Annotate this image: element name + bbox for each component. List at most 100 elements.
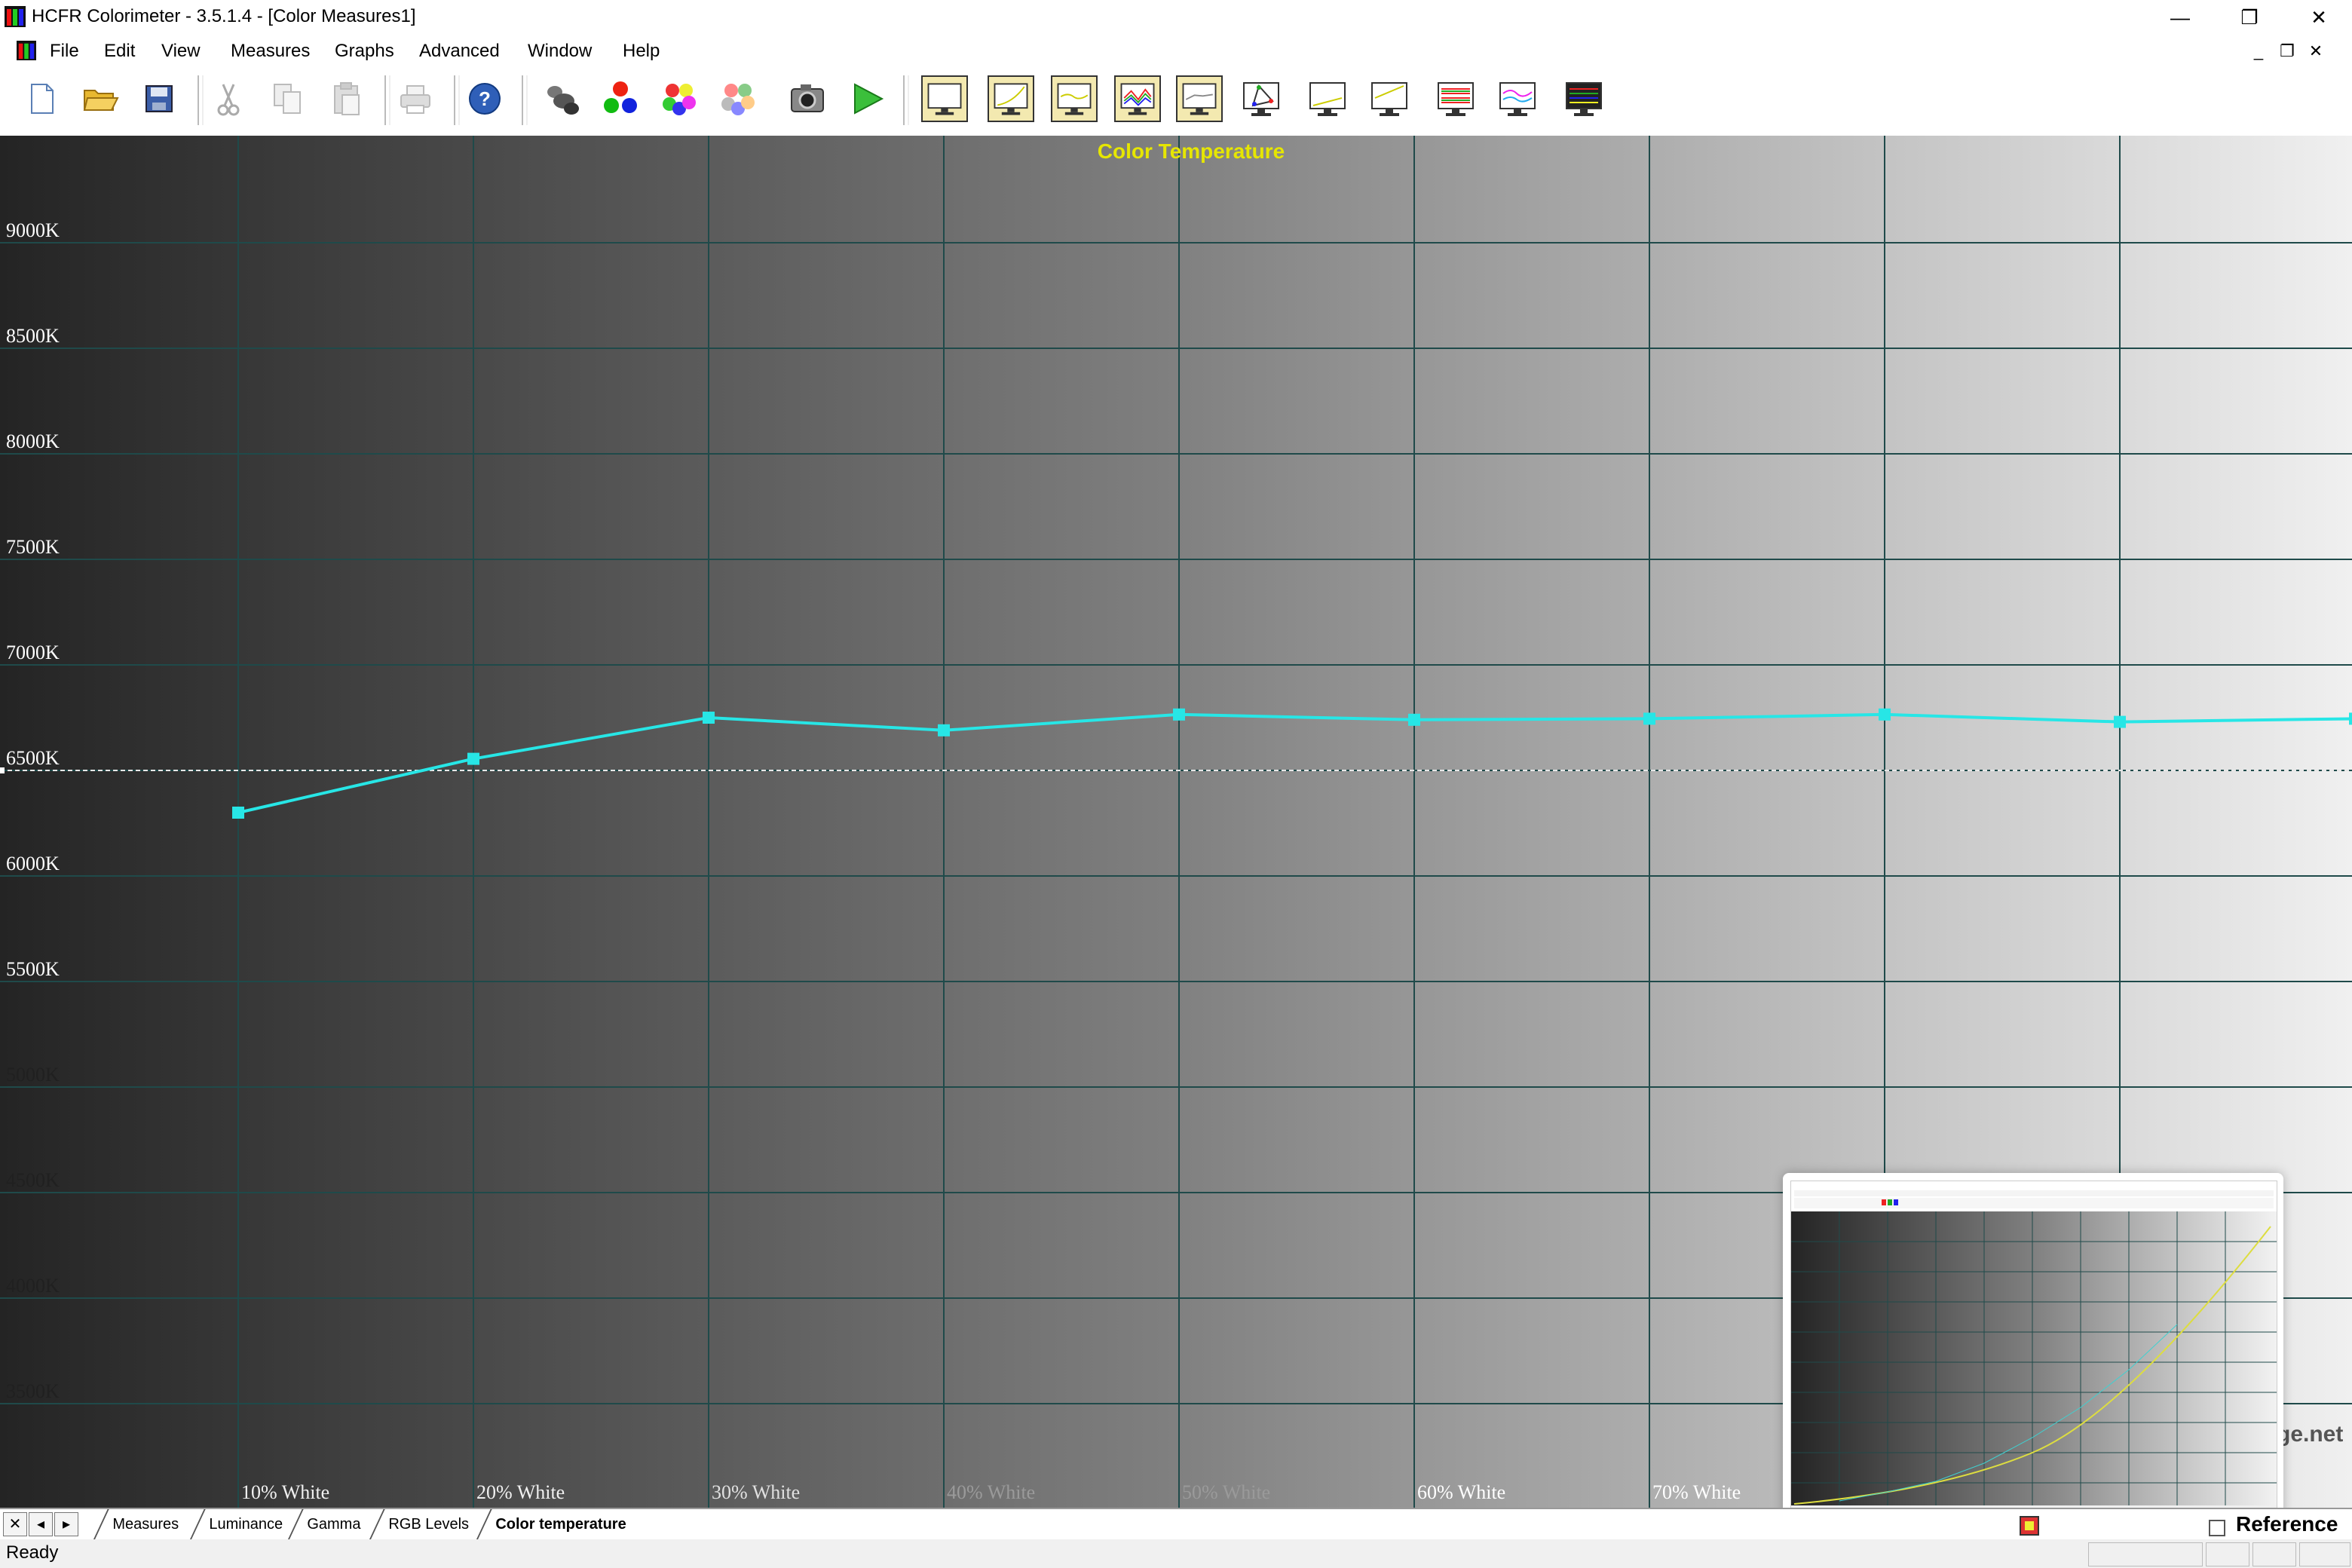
x-tick-label: 50% White [1182,1481,1270,1503]
tab-rgb-levels[interactable]: RGB Levels [369,1509,487,1539]
minimize-button[interactable]: — [2145,0,2215,35]
data-point-marker[interactable] [1879,708,1891,721]
saturation-patterns-icon[interactable] [715,75,761,122]
graph-view-icon[interactable] [921,75,968,122]
data-point-marker[interactable] [2114,715,2126,728]
luminance-graph-icon[interactable] [988,75,1034,122]
x-tick-label: 70% White [1652,1481,1741,1503]
toolbar: ? [0,68,2352,136]
y-tick-label: 7000K [6,642,60,663]
y-tick-label: 5000K [6,1064,60,1086]
print-icon[interactable] [392,75,439,122]
toolbar-separator [198,75,204,125]
toolbar-separator [384,75,390,125]
menu-file[interactable]: File [50,35,79,68]
open-folder-icon[interactable] [77,75,124,122]
tab-label: RGB Levels [388,1516,470,1533]
y-tick-label: 5500K [6,958,60,980]
y-tick-label: 3500K [6,1380,60,1402]
thumbnail-image [1791,1181,2277,1513]
data-point-marker[interactable] [1173,708,1185,721]
saturation-graph-icon[interactable] [1432,75,1479,122]
x-tick-label: 10% White [241,1481,329,1503]
mdi-minimize-button[interactable]: _ [2245,35,2272,68]
camera-icon[interactable] [784,75,831,122]
menu-graphs[interactable]: Graphs [335,35,394,68]
thumbnail-preview[interactable] [1783,1173,2283,1520]
reference-marker [0,767,5,773]
svg-text:?: ? [479,87,491,110]
y-tick-label: 7500K [6,536,60,558]
play-icon[interactable] [844,75,891,122]
tab-label: Measures [112,1516,179,1533]
data-point-marker[interactable] [1643,712,1655,725]
close-button[interactable]: ✕ [2284,0,2352,35]
save-icon[interactable] [136,75,182,122]
maximize-button[interactable]: ❐ [2215,0,2284,35]
menu-view[interactable]: View [161,35,201,68]
close-tab-button[interactable]: ✕ [3,1512,27,1536]
toolbar-separator [454,75,460,125]
title-bar: HCFR Colorimeter - 3.5.1.4 - [Color Meas… [0,0,2352,35]
next-tab-button[interactable]: ▸ [54,1512,78,1536]
tab-luminance[interactable]: Luminance [190,1509,301,1539]
paste-icon[interactable] [323,75,369,122]
tab-color-temperature[interactable]: Color temperature [476,1509,645,1539]
shield-icon[interactable] [2019,1515,2040,1536]
menu-advanced[interactable]: Advanced [419,35,500,68]
mdi-restore-button[interactable]: ❐ [2274,35,2301,68]
reference-label: Reference [2236,1512,2338,1536]
status-pane [2206,1542,2249,1566]
toolbar-separator [903,75,909,125]
x-tick-label: 20% White [476,1481,565,1503]
chart-title: Color Temperature [1098,139,1285,163]
tab-label: Color temperature [495,1516,626,1533]
data-point-marker[interactable] [232,807,244,819]
menu-window[interactable]: Window [528,35,592,68]
x-tick-label: 30% White [712,1481,800,1503]
saturation-shift-icon[interactable] [1494,75,1541,122]
prev-tab-button[interactable]: ◂ [29,1512,53,1536]
measures-grid-icon[interactable] [1560,75,1607,122]
help-icon[interactable]: ? [461,75,508,122]
tab-label: Gamma [307,1516,361,1533]
tab-label: Luminance [209,1516,283,1533]
data-point-marker[interactable] [703,712,715,724]
color-temperature-graph-icon[interactable] [1176,75,1223,122]
reference-checkbox[interactable] [2209,1520,2225,1536]
document-icon[interactable] [17,41,36,60]
data-point-marker[interactable] [467,752,479,765]
near-white-icon[interactable] [1366,75,1413,122]
data-point-marker[interactable] [2349,712,2352,725]
data-point-marker[interactable] [1408,713,1420,726]
color-patterns-icon[interactable] [656,75,703,122]
cie-chart-icon[interactable] [1238,75,1285,122]
y-tick-label: 9000K [6,219,60,241]
tab-gamma[interactable]: Gamma [288,1509,378,1539]
data-point-marker[interactable] [938,724,950,737]
y-tick-label: 8000K [6,430,60,452]
mdi-close-button[interactable]: ✕ [2302,35,2329,68]
rgb-patterns-icon[interactable] [597,75,644,122]
near-black-icon[interactable] [1304,75,1351,122]
toolbar-separator [522,75,528,125]
watermark-text: ge.net [2277,1422,2344,1447]
menu-help[interactable]: Help [623,35,660,68]
status-pane [2252,1542,2296,1566]
copy-icon[interactable] [264,75,311,122]
tab-measures[interactable]: Measures [93,1509,197,1539]
cut-icon[interactable] [205,75,252,122]
window-title: HCFR Colorimeter - 3.5.1.4 - [Color Meas… [32,6,416,26]
new-document-icon[interactable] [18,75,65,122]
status-pane [2299,1542,2350,1566]
rgb-levels-graph-icon[interactable] [1114,75,1161,122]
app-icon [5,6,26,27]
gamma-graph-icon[interactable] [1051,75,1098,122]
y-tick-label: 6000K [6,853,60,874]
sensor-icon[interactable] [538,75,585,122]
y-tick-label: 4000K [6,1275,60,1297]
menu-edit[interactable]: Edit [104,35,135,68]
menu-measures[interactable]: Measures [231,35,310,68]
x-tick-label: 40% White [947,1481,1035,1503]
sheet-tab-bar: ✕ ◂ ▸ Measures Luminance Gamma RGB Level… [0,1508,2352,1541]
